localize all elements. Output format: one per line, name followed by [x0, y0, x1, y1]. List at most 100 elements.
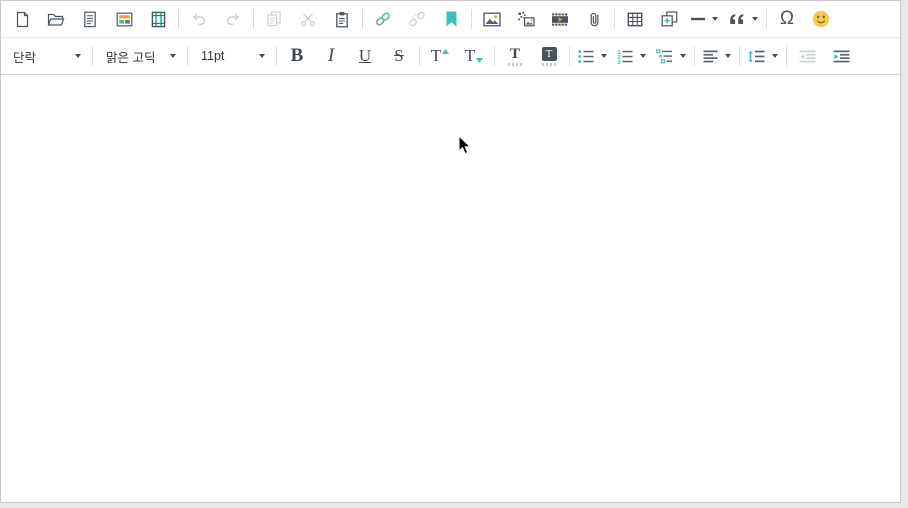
multilevel-list-icon [656, 49, 673, 64]
template-button[interactable] [107, 4, 141, 34]
toolbar-separator [178, 9, 179, 29]
insert-video-button[interactable] [543, 4, 577, 34]
indent-button[interactable] [824, 41, 858, 71]
mouse-cursor [458, 135, 472, 156]
toolbar-separator [92, 46, 93, 66]
font-color-button[interactable]: T [498, 41, 532, 71]
superscript-button[interactable]: T [423, 41, 457, 71]
align-button[interactable] [698, 41, 736, 71]
open-document-button[interactable] [73, 4, 107, 34]
smiley-icon [812, 10, 830, 28]
bold-glyph: B [291, 45, 304, 67]
toolbar-separator [694, 46, 695, 66]
toolbar-separator [786, 46, 787, 66]
italic-button[interactable]: I [314, 41, 348, 71]
new-document-icon [15, 11, 30, 28]
chevron-down-icon [640, 54, 646, 58]
special-character-button[interactable]: Ω [770, 4, 804, 34]
strikethrough-button[interactable]: S [382, 41, 416, 71]
toolbar-separator [253, 9, 254, 29]
paragraph-style-select[interactable]: 단락 [3, 41, 89, 71]
outdent-button[interactable] [790, 41, 824, 71]
cut-button[interactable] [291, 4, 325, 34]
insert-photo-button[interactable] [509, 4, 543, 34]
undo-icon [191, 12, 207, 26]
multilevel-list-button[interactable] [651, 41, 691, 71]
remove-link-button[interactable] [400, 4, 434, 34]
font-color-icon: T [508, 47, 522, 66]
video-icon [551, 12, 569, 27]
toolbar-separator [494, 46, 495, 66]
toolbar-separator [362, 9, 363, 29]
toolbar-separator [614, 9, 615, 29]
page-layout-icon [151, 11, 166, 28]
subscript-letter: T [465, 46, 475, 66]
bold-button[interactable]: B [280, 41, 314, 71]
editor-content-area[interactable] [1, 75, 900, 501]
toolbar-separator [419, 46, 420, 66]
toolbar-separator [276, 46, 277, 66]
open-folder-icon [47, 12, 65, 27]
copy-button[interactable] [257, 4, 291, 34]
paragraph-style-value: 단락 [13, 47, 36, 66]
bullet-list-icon [578, 49, 594, 64]
redo-button[interactable] [216, 4, 250, 34]
bullet-list-button[interactable] [573, 41, 612, 71]
blockquote-button[interactable] [723, 4, 763, 34]
font-color-letter: T [510, 47, 520, 61]
toolbar-separator [739, 46, 740, 66]
new-document-button[interactable] [5, 4, 39, 34]
subscript-button[interactable]: T [457, 41, 491, 71]
link-icon [374, 11, 392, 27]
font-family-select[interactable]: 맑은 고딕 [96, 41, 184, 71]
font-size-select[interactable]: 11pt [191, 41, 273, 71]
clipboard-icon [334, 11, 350, 28]
highlight-color-button[interactable]: T [532, 41, 566, 71]
superscript-letter: T [431, 46, 441, 66]
paste-button[interactable] [325, 4, 359, 34]
blockquote-icon [728, 13, 745, 25]
chevron-down-icon [680, 54, 686, 58]
insert-link-button[interactable] [366, 4, 400, 34]
align-left-icon [703, 50, 718, 63]
insert-table-button[interactable] [618, 4, 652, 34]
chevron-down-icon [725, 54, 731, 58]
toolbar-primary: Ω [1, 1, 900, 38]
chevron-down-icon [170, 54, 176, 58]
toolbar-separator [187, 46, 188, 66]
template-icon [116, 12, 133, 27]
toolbar-separator [766, 9, 767, 29]
image-icon [483, 12, 501, 27]
redo-icon [225, 12, 241, 26]
strikethrough-glyph: S [394, 46, 403, 66]
chevron-down-icon [75, 54, 81, 58]
chevron-down-icon [772, 54, 778, 58]
chevron-down-icon [752, 17, 758, 21]
caret-up-icon [442, 49, 449, 54]
highlight-letter: T [546, 48, 553, 60]
color-swatch-bar [542, 63, 556, 66]
color-swatch-bar [508, 63, 522, 66]
horizontal-line-button[interactable] [686, 4, 723, 34]
open-file-button[interactable] [39, 4, 73, 34]
copy-icon [266, 11, 282, 27]
font-family-value: 맑은 고딕 [106, 47, 155, 66]
font-size-value: 11pt [201, 49, 224, 63]
unlink-icon [408, 11, 426, 27]
bookmark-button[interactable] [434, 4, 468, 34]
undo-button[interactable] [182, 4, 216, 34]
emoticon-button[interactable] [804, 4, 838, 34]
line-height-icon [748, 50, 765, 63]
line-height-button[interactable] [743, 41, 783, 71]
svg-text:3: 3 [618, 60, 621, 64]
bookmark-icon [445, 11, 458, 27]
insert-image-button[interactable] [475, 4, 509, 34]
indent-icon [833, 50, 850, 63]
insert-object-button[interactable] [652, 4, 686, 34]
toolbar-separator [471, 9, 472, 29]
underline-button[interactable]: U [348, 41, 382, 71]
page-layout-button[interactable] [141, 4, 175, 34]
attach-file-button[interactable] [577, 4, 611, 34]
numbered-list-button[interactable]: 123 [612, 41, 651, 71]
highlight-box: T [542, 47, 557, 61]
